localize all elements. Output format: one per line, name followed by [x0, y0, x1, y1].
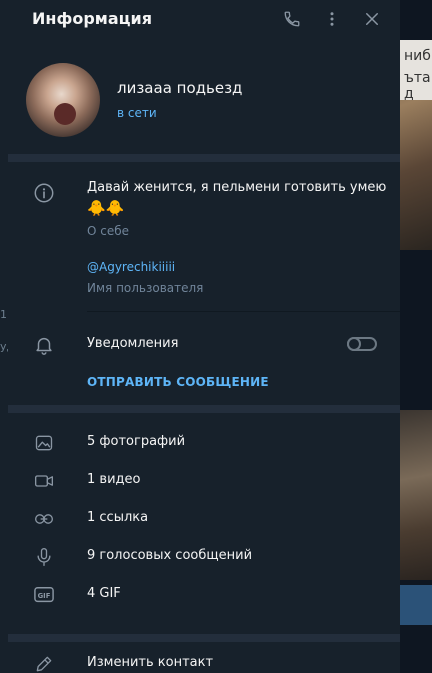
- avatar-image-detail: [54, 103, 76, 125]
- media-row-videos[interactable]: 1 видео: [8, 462, 400, 500]
- edit-contact-row[interactable]: Изменить контакт: [8, 642, 400, 673]
- section-separator: [8, 405, 400, 413]
- media-row-photos[interactable]: 5 фотографий: [8, 424, 400, 462]
- background-photo: [400, 410, 432, 580]
- avatar[interactable]: [26, 63, 100, 137]
- bio-caption: О себе: [87, 224, 130, 238]
- background-left-text: 1: [0, 308, 7, 321]
- section-separator: [8, 634, 400, 642]
- media-label: 1 видео: [87, 472, 141, 487]
- section-separator: [8, 154, 400, 162]
- svg-text:GIF: GIF: [38, 592, 51, 600]
- photo-icon: [32, 431, 56, 455]
- bio-text: Давай женится, я пельмени готовить умею …: [87, 180, 387, 217]
- media-row-links[interactable]: 1 ссылка: [8, 500, 400, 538]
- shared-media-section: 5 фотографий 1 видео 1 ссылка 9 голосовы…: [8, 413, 400, 634]
- profile-status: в сети: [117, 106, 157, 120]
- media-label: 4 GIF: [87, 586, 121, 601]
- panel-title: Информация: [32, 9, 152, 28]
- background-photo-caption: ниб ъта д: [400, 40, 432, 102]
- info-icon: [32, 181, 56, 205]
- notifications-toggle[interactable]: [347, 337, 377, 351]
- background-left-strip: 1 уд: [0, 0, 14, 673]
- microphone-icon: [32, 545, 56, 569]
- media-label: 9 голосовых сообщений: [87, 548, 253, 563]
- username-caption: Имя пользователя: [87, 281, 204, 295]
- more-options-icon[interactable]: [322, 9, 342, 29]
- pencil-icon: [32, 652, 56, 673]
- media-row-voice[interactable]: 9 голосовых сообщений: [8, 538, 400, 576]
- edit-contact-label: Изменить контакт: [87, 655, 214, 670]
- profile-section: лизааа подьезд в сети: [8, 37, 400, 154]
- username-link[interactable]: @Agyrechikiiiii: [87, 260, 175, 274]
- panel-header: Информация: [8, 0, 400, 37]
- background-message-bubble: [400, 585, 432, 625]
- background-chat-area: ниб ъта д: [400, 0, 432, 673]
- bio-emoji: 🐥🐥: [87, 199, 125, 217]
- info-panel: Информация лизааа подьезд в сети Давай ж…: [8, 0, 400, 673]
- bell-icon: [32, 333, 56, 357]
- media-label: 1 ссылка: [87, 510, 149, 525]
- profile-name: лизааа подьезд: [117, 79, 243, 97]
- notifications-label: Уведомления: [87, 336, 179, 351]
- divider: [87, 311, 400, 312]
- media-label: 5 фотографий: [87, 434, 186, 449]
- close-icon[interactable]: [362, 9, 382, 29]
- link-icon: [32, 507, 56, 531]
- gif-icon: GIF: [32, 583, 56, 607]
- about-section: Давай женится, я пельмени готовить умею …: [8, 162, 400, 405]
- send-message-button[interactable]: ОТПРАВИТЬ СООБЩЕНИЕ: [87, 375, 269, 389]
- video-icon: [32, 469, 56, 493]
- call-icon[interactable]: [282, 9, 302, 29]
- media-row-gif[interactable]: GIF 4 GIF: [8, 576, 400, 614]
- toggle-knob: [347, 337, 361, 351]
